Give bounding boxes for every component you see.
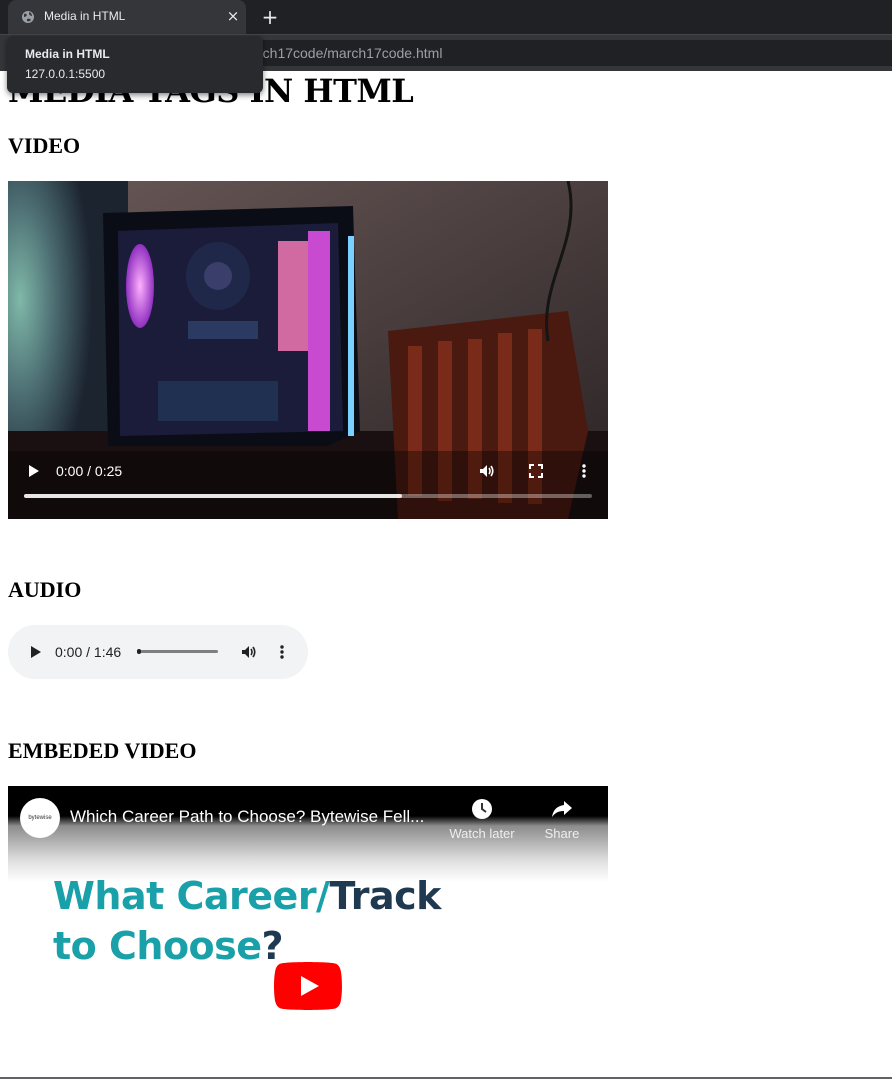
thumbnail-text-line-2: to Choose? bbox=[53, 924, 284, 968]
tooltip-url: 127.0.0.1:5500 bbox=[25, 67, 106, 81]
audio-progress-thumb[interactable] bbox=[137, 649, 141, 654]
youtube-embed[interactable]: What Career/Track to Choose? bytewise Wh… bbox=[8, 786, 608, 1036]
youtube-play-icon[interactable] bbox=[274, 962, 342, 1010]
tab-title: Media in HTML bbox=[44, 9, 126, 23]
video-heading: VIDEO bbox=[8, 133, 81, 158]
video-progress-buffered bbox=[24, 494, 402, 498]
watch-later-label: Watch later bbox=[449, 826, 515, 841]
volume-icon[interactable] bbox=[241, 644, 257, 660]
audio-progress-bar[interactable] bbox=[137, 650, 218, 653]
embed-video-title[interactable]: Which Career Path to Choose? Bytewise Fe… bbox=[70, 807, 440, 827]
browser-tab[interactable]: Media in HTML × bbox=[8, 0, 246, 34]
clock-icon bbox=[472, 799, 492, 819]
audio-player[interactable]: 0:00 / 1:46 bbox=[8, 625, 308, 679]
more-options-icon[interactable] bbox=[578, 463, 590, 479]
share-button[interactable]: Share bbox=[522, 798, 602, 841]
browser-tab-strip: Media in HTML × + bbox=[0, 0, 892, 34]
video-player[interactable]: 0:00 / 0:25 bbox=[8, 181, 608, 519]
fullscreen-icon[interactable] bbox=[529, 464, 543, 478]
embed-heading: EMBEDED VIDEO bbox=[8, 738, 197, 763]
share-label: Share bbox=[544, 826, 580, 841]
more-options-icon[interactable] bbox=[276, 644, 288, 660]
globe-icon bbox=[22, 11, 34, 23]
new-tab-button[interactable]: + bbox=[260, 7, 280, 27]
share-icon bbox=[552, 801, 572, 817]
address-bar-url[interactable]: rch17code/march17code.html bbox=[258, 45, 442, 61]
video-time-display: 0:00 / 0:25 bbox=[56, 463, 123, 479]
watch-later-button[interactable]: Watch later bbox=[442, 798, 522, 841]
video-progress-bar[interactable] bbox=[24, 494, 592, 498]
play-icon[interactable] bbox=[26, 464, 40, 478]
tab-hover-tooltip: Media in HTML 127.0.0.1:5500 bbox=[7, 36, 263, 93]
channel-avatar[interactable]: bytewise bbox=[20, 798, 60, 838]
volume-icon[interactable] bbox=[479, 463, 495, 479]
tooltip-title: Media in HTML bbox=[25, 47, 110, 61]
audio-heading: AUDIO bbox=[8, 577, 82, 602]
close-tab-icon[interactable]: × bbox=[226, 9, 240, 24]
audio-time-display: 0:00 / 1:46 bbox=[55, 644, 122, 660]
play-icon[interactable] bbox=[28, 645, 42, 659]
